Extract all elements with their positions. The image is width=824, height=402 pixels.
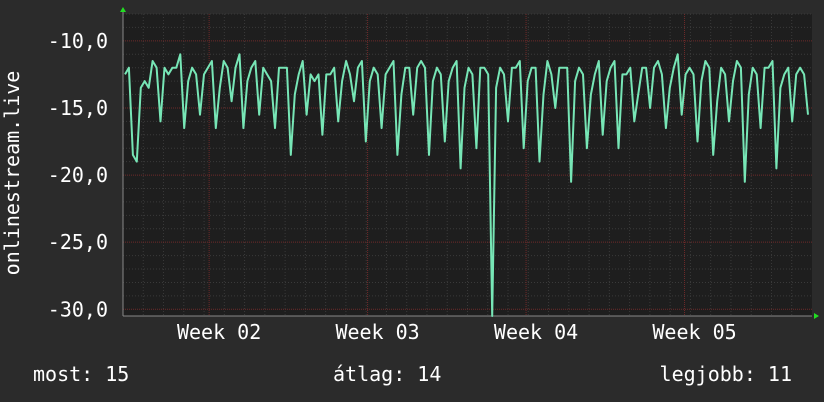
y-tick-label: -30,0 bbox=[48, 297, 108, 321]
y-tick-label: -10,0 bbox=[48, 29, 108, 53]
x-tick-label: Week 03 bbox=[335, 320, 419, 344]
x-tick-label: Week 04 bbox=[494, 320, 578, 344]
y-tick-label: -20,0 bbox=[48, 163, 108, 187]
stat-average: átlag: 14 bbox=[333, 362, 442, 386]
x-axis-arrow bbox=[814, 313, 819, 319]
chart-canvas: -10,0 -15,0 -20,0 -25,0 -30,0 Week 02 Week 03 W… bbox=[0, 0, 824, 402]
x-tick-label: Week 05 bbox=[652, 320, 736, 344]
y-axis-label: onlinestream.live bbox=[0, 71, 24, 276]
line-chart: -10,0 -15,0 -20,0 -25,0 -30,0 Week 02 Week 03 W… bbox=[0, 7, 819, 344]
y-tick-label: -15,0 bbox=[48, 96, 108, 120]
y-axis-arrow bbox=[120, 7, 126, 12]
stat-current: most: 15 bbox=[33, 362, 130, 386]
y-tick-label: -25,0 bbox=[48, 230, 108, 254]
x-tick-label: Week 02 bbox=[177, 320, 261, 344]
stat-best: legjobb: 11 bbox=[659, 362, 792, 386]
